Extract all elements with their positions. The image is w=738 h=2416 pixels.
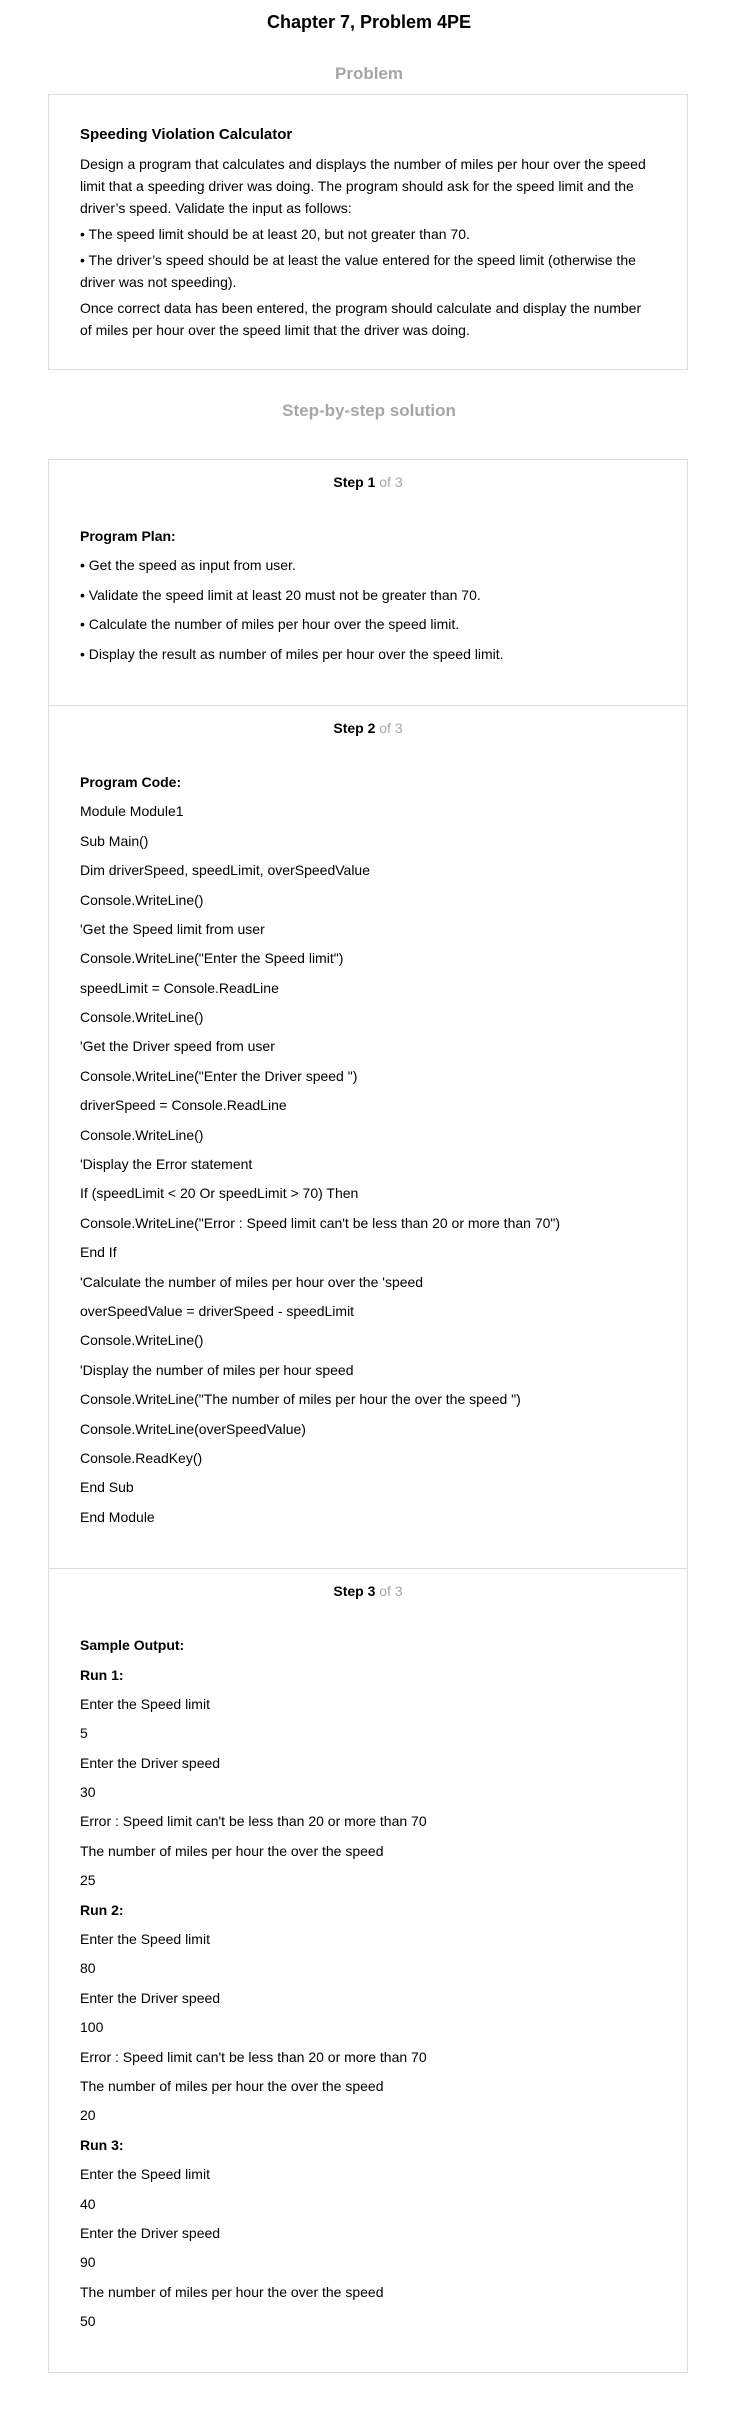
step-line: speedLimit = Console.ReadLine bbox=[80, 979, 279, 996]
step-body: Program Code: Module Module1 Sub Main() Dim… bbox=[80, 750, 656, 1532]
step-header: Step 2 of 3 bbox=[80, 706, 656, 750]
step-line: The number of miles per hour the over th… bbox=[80, 2283, 384, 2300]
step-line: 80 bbox=[80, 1960, 96, 1977]
step-line: End Module bbox=[80, 1508, 155, 1525]
step-line: Module Module1 bbox=[80, 803, 184, 820]
step-header: Step 3 of 3 bbox=[80, 1569, 656, 1613]
step-subheading: Program Plan: bbox=[80, 528, 176, 544]
step-line: 'Display the number of miles per hour sp… bbox=[80, 1361, 354, 1378]
step-line: End If bbox=[80, 1244, 117, 1261]
problem-card: Speeding Violation Calculator Design a p… bbox=[48, 94, 688, 370]
step-line: 50 bbox=[80, 2313, 96, 2330]
solution-card: Step 1 of 3 Program Plan: • Get the speed… bbox=[48, 459, 688, 2374]
step-line: Error : Speed limit can't be less than 2… bbox=[80, 1813, 427, 1830]
step-line: driverSpeed = Console.ReadLine bbox=[80, 1097, 287, 1114]
problem-bullet: • The speed limit should be at least 20,… bbox=[80, 226, 470, 242]
problem-bullet: • The driver’s speed should be at least … bbox=[80, 252, 636, 290]
step-line: Console.WriteLine("The number of miles p… bbox=[80, 1391, 521, 1408]
step-line: If (speedLimit < 20 Or speedLimit > 70) … bbox=[80, 1185, 359, 1202]
step-count: of 3 bbox=[379, 1583, 403, 1600]
step-body: Sample Output: Run 1: Enter the Speed limi… bbox=[80, 1613, 656, 2336]
step-count: of 3 bbox=[379, 719, 403, 736]
problem-paragraph: Design a program that calculates and dis… bbox=[80, 156, 646, 216]
step-line: Error : Speed limit can't be less than 2… bbox=[80, 2048, 427, 2065]
step-line: 30 bbox=[80, 1784, 96, 1801]
problem-paragraph: Once correct data has been entered, the … bbox=[80, 300, 642, 338]
step-line: Console.WriteLine() bbox=[80, 891, 204, 908]
step-line: Console.WriteLine() bbox=[80, 1332, 204, 1349]
step-line: Console.WriteLine() bbox=[80, 1126, 204, 1143]
step-subheading: Run 2: bbox=[80, 1901, 124, 1918]
step-line: 5 bbox=[80, 1725, 88, 1742]
step-line: Console.WriteLine() bbox=[80, 1009, 204, 1026]
page-title: Chapter 7, Problem 4PE bbox=[266, 12, 472, 32]
step-line: • Get the speed as input from user. bbox=[80, 557, 296, 574]
problem-heading: Problem bbox=[334, 64, 404, 83]
solution-heading: Step-by-step solution bbox=[282, 401, 456, 420]
step-line: Enter the Driver speed bbox=[80, 1989, 221, 2006]
step-line: Console.WriteLine(overSpeedValue) bbox=[80, 1420, 306, 1437]
step-subheading: Program Code: bbox=[80, 773, 182, 790]
step-line: Enter the Speed limit bbox=[80, 2166, 210, 2183]
step-line: 'Get the Driver speed from user bbox=[80, 1038, 275, 1055]
problem-title: Speeding Violation Calculator bbox=[80, 126, 293, 143]
step-line: Console.WriteLine("Error : Speed limit c… bbox=[80, 1214, 561, 1231]
step-line: 100 bbox=[80, 2019, 104, 2036]
step-line: Enter the Speed limit bbox=[80, 1695, 210, 1712]
step-line: 'Get the Speed limit from user bbox=[80, 920, 265, 937]
step-label: Step 2 bbox=[333, 719, 376, 736]
step-label: Step 3 bbox=[333, 1583, 376, 1600]
step-line: • Display the result as number of miles … bbox=[80, 645, 504, 662]
step-line: 25 bbox=[80, 1872, 96, 1889]
step-label: Step 1 bbox=[333, 474, 376, 490]
step-line: Console.WriteLine("Enter the Speed limit… bbox=[80, 950, 344, 967]
step-3: Step 3 of 3 Sample Output: Run 1: Enter th… bbox=[49, 1568, 687, 2372]
step-line: 40 bbox=[80, 2195, 96, 2212]
step-subheading: Run 1: bbox=[80, 1666, 124, 1683]
step-line: • Validate the speed limit at least 20 m… bbox=[80, 586, 481, 603]
step-line: • Calculate the number of miles per hour… bbox=[80, 616, 460, 633]
step-1: Step 1 of 3 Program Plan: • Get the speed… bbox=[49, 460, 687, 705]
step-line: 'Display the Error statement bbox=[80, 1156, 253, 1173]
step-line: Enter the Driver speed bbox=[80, 2224, 221, 2241]
step-line: Enter the Speed limit bbox=[80, 1931, 210, 1948]
step-line: Dim driverSpeed, speedLimit, overSpeedVa… bbox=[80, 862, 371, 879]
step-line: overSpeedValue = driverSpeed - speedLimi… bbox=[80, 1302, 355, 1319]
step-line: 'Calculate the number of miles per hour … bbox=[80, 1273, 424, 1290]
step-line: Enter the Driver speed bbox=[80, 1754, 221, 1771]
step-subheading: Run 3: bbox=[80, 2136, 124, 2153]
step-2: Step 2 of 3 Program Code: Module Module1 S… bbox=[49, 704, 687, 1568]
step-body: Program Plan: • Get the speed as input fr… bbox=[80, 504, 656, 669]
step-line: Sub Main() bbox=[80, 832, 149, 849]
step-header: Step 1 of 3 bbox=[80, 460, 656, 504]
step-line: The number of miles per hour the over th… bbox=[80, 2077, 384, 2094]
step-line: The number of miles per hour the over th… bbox=[80, 1842, 384, 1859]
step-line: 90 bbox=[80, 2254, 96, 2271]
step-line: End Sub bbox=[80, 1479, 134, 1496]
step-count: of 3 bbox=[379, 474, 403, 490]
step-line: Console.WriteLine("Enter the Driver spee… bbox=[80, 1067, 358, 1084]
step-subheading: Sample Output: bbox=[80, 1637, 185, 1654]
step-line: Console.ReadKey() bbox=[80, 1449, 203, 1466]
step-line: 20 bbox=[80, 2107, 96, 2124]
